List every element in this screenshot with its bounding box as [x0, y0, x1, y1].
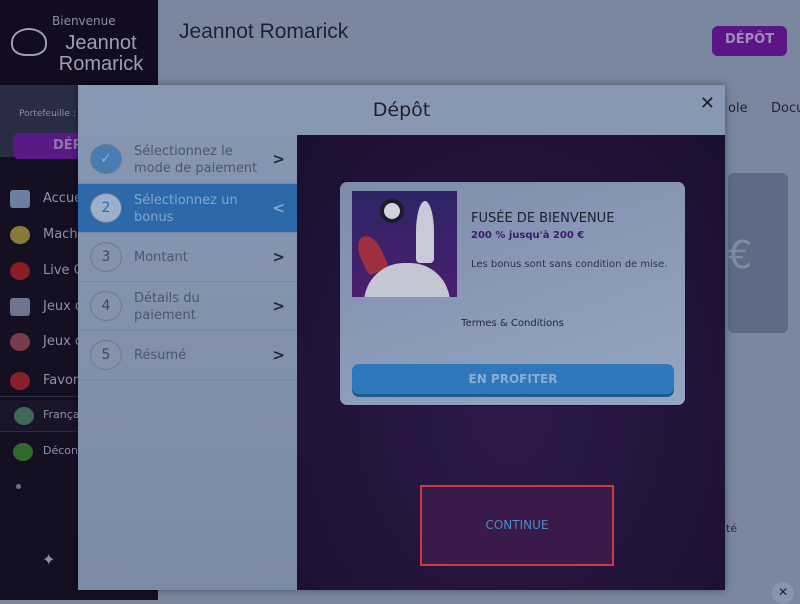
- user-name: Jeannot Romarick: [58, 32, 144, 75]
- welcome-text: Bienvenue: [52, 14, 116, 28]
- step-number: 4: [90, 291, 122, 321]
- chevron-right-icon: >: [272, 248, 285, 266]
- dot-icon: [16, 484, 21, 489]
- step-payment-details[interactable]: 4 Détails du paiement >: [78, 282, 297, 331]
- step-number: 3: [90, 242, 122, 272]
- bonus-panel: FUSÉE DE BIENVENUE 200 % jusqu'à 200 € L…: [297, 135, 725, 590]
- bg-text: té: [726, 522, 738, 535]
- bonus-subtitle: 200 % jusqu'à 200 €: [471, 230, 585, 241]
- bg-tab[interactable]: ole: [728, 101, 748, 116]
- bg-card: €: [728, 173, 788, 333]
- terms-link[interactable]: Termes & Conditions: [340, 318, 685, 329]
- chevron-right-icon: >: [272, 346, 285, 364]
- bonus-description: Les bonus sont sans condition de mise.: [471, 259, 668, 270]
- step-label: Montant: [134, 250, 188, 265]
- satellite-icon: [10, 190, 30, 208]
- chevron-right-icon: >: [272, 150, 285, 168]
- alien-icon: [13, 443, 33, 461]
- bg-tab[interactable]: Docu: [771, 101, 800, 116]
- rocket-icon: [10, 333, 30, 351]
- bonus-card: FUSÉE DE BIENVENUE 200 % jusqu'à 200 € L…: [339, 181, 686, 406]
- astronaut-helmet-icon: [11, 28, 47, 56]
- header-deposit-button[interactable]: DÉPÔT: [712, 26, 787, 56]
- euro-icon: €: [728, 233, 753, 277]
- bonus-rocket-image: [352, 191, 457, 297]
- step-label: Sélectionnez un bonus: [134, 193, 238, 225]
- step-number: 5: [90, 340, 122, 370]
- claim-bonus-button[interactable]: EN PROFITER: [352, 364, 674, 394]
- slot-machine-icon: [10, 226, 30, 244]
- user-header: Bienvenue Jeannot Romarick: [0, 0, 158, 85]
- check-icon: ✓: [90, 144, 122, 174]
- step-label: Résumé: [134, 348, 187, 363]
- sparkle-icon: ✦: [42, 550, 56, 569]
- heart-icon: [10, 372, 30, 390]
- wallet-label: Portefeuille :: [19, 109, 76, 119]
- page-title: Jeannot Romarick: [179, 20, 349, 43]
- cards-icon: [10, 298, 30, 316]
- chevron-right-icon: >: [272, 297, 285, 315]
- close-icon[interactable]: ✕: [700, 93, 715, 114]
- step-label: Détails du paiement: [134, 291, 200, 323]
- continue-button[interactable]: CONTINUE: [420, 485, 614, 566]
- bonus-title: FUSÉE DE BIENVENUE: [471, 211, 615, 226]
- globe-icon: [14, 407, 34, 425]
- deposit-modal: Dépôt ✕ ✓ Sélectionnez le mode de paiemen…: [78, 85, 725, 590]
- step-summary[interactable]: 5 Résumé >: [78, 331, 297, 380]
- step-number: 2: [90, 193, 122, 223]
- roulette-icon: [10, 262, 30, 280]
- step-amount[interactable]: 3 Montant >: [78, 233, 297, 282]
- chevron-left-icon: <: [272, 199, 285, 217]
- bg-close-icon[interactable]: ✕: [772, 582, 794, 604]
- step-bonus[interactable]: 2 Sélectionnez un bonus <: [78, 184, 297, 233]
- modal-title: Dépôt: [78, 85, 725, 135]
- step-payment-method[interactable]: ✓ Sélectionnez le mode de paiement >: [78, 135, 297, 184]
- step-label: Sélectionnez le mode de paiement: [134, 144, 258, 176]
- steps-list: ✓ Sélectionnez le mode de paiement > 2 Séle…: [78, 135, 297, 590]
